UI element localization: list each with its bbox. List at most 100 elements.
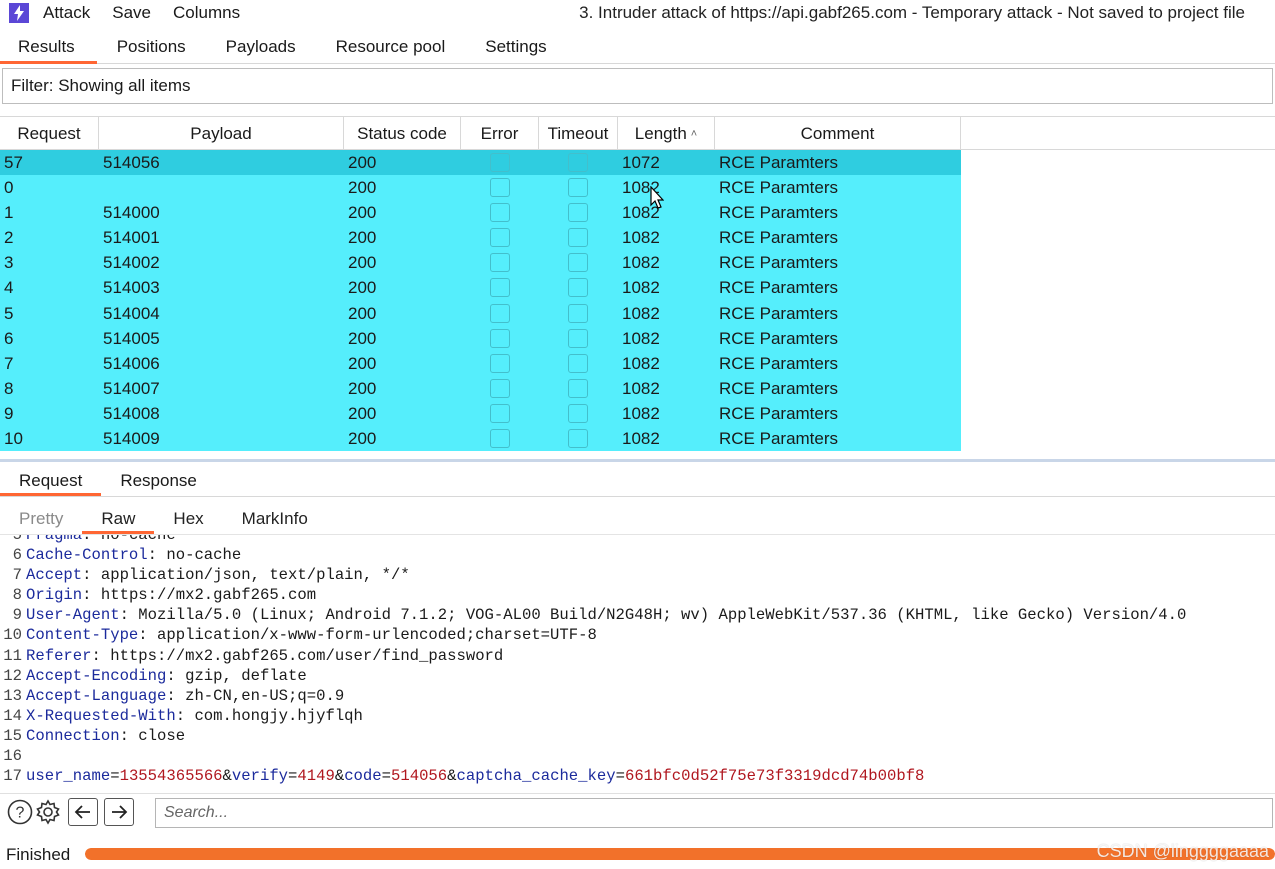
param-equals: =: [288, 767, 298, 786]
cell-status: 200: [348, 403, 377, 423]
cell-status: 200: [348, 253, 377, 273]
menu-attack[interactable]: Attack: [43, 3, 90, 23]
tab-results[interactable]: Results: [0, 30, 97, 64]
header-value: Mozilla/5.0 (Linux; Android 7.1.2; VOG-A…: [138, 606, 1187, 625]
timeout-checkbox-cell: [539, 175, 618, 200]
cell-payload: 514009: [103, 429, 160, 449]
col-timeout-header[interactable]: Timeout: [539, 117, 618, 150]
arrow-right-icon: [112, 804, 128, 819]
cell-status: 200: [348, 378, 377, 398]
raw-line: 16: [0, 746, 1275, 766]
cell-payload: 514006: [103, 353, 160, 373]
cell-length: 1082: [622, 253, 660, 273]
arrow-left-icon: [74, 804, 90, 819]
param-equals: =: [110, 767, 120, 786]
tab-markinfo[interactable]: MarkInfo: [223, 502, 327, 535]
cell-payload: 514004: [103, 303, 160, 323]
tab-settings[interactable]: Settings: [465, 30, 566, 64]
line-number: 6: [12, 546, 22, 565]
timeout-checkbox: [568, 353, 588, 373]
col-comment-header[interactable]: Comment: [715, 117, 961, 150]
gear-icon[interactable]: [34, 798, 62, 826]
raw-request-lines: 5 Pragma: no-cache 6 Cache-Control: no-cach…: [0, 535, 1275, 786]
cell-comment: RCE Paramters: [719, 353, 839, 373]
filter-bar[interactable]: Filter: Showing all items: [2, 68, 1273, 104]
param-equals: =: [381, 767, 391, 786]
timeout-checkbox-cell: [539, 401, 618, 426]
previous-match-button[interactable]: [68, 797, 98, 826]
tab-request[interactable]: Request: [0, 464, 102, 496]
tab-payloads[interactable]: Payloads: [206, 30, 316, 64]
bottom-toolbar: ?: [0, 793, 1275, 829]
raw-line: 5 Pragma: no-cache: [0, 535, 1275, 545]
table-row[interactable]: 9 514008 200 1082 RCE Paramters: [0, 400, 961, 427]
menu-columns[interactable]: Columns: [173, 3, 240, 23]
table-row[interactable]: 8 514007 200 1082 RCE Paramters: [0, 375, 961, 401]
timeout-checkbox-cell: [539, 275, 618, 300]
raw-line: 6 Cache-Control: no-cache: [0, 545, 1275, 565]
menu-save[interactable]: Save: [112, 3, 151, 23]
table-row[interactable]: 4 514003 200 1082 RCE Paramters: [0, 275, 961, 301]
header-value: com.hongjy.hjyflqh: [194, 706, 363, 725]
table-row[interactable]: 1 514000 200 1082 RCE Paramters: [0, 200, 961, 226]
help-icon[interactable]: ?: [6, 798, 34, 826]
cell-payload: 514003: [103, 278, 160, 298]
timeout-checkbox: [568, 303, 588, 323]
tab-hex[interactable]: Hex: [154, 502, 222, 535]
table-row[interactable]: 3 514002 200 1082 RCE Paramters: [0, 250, 961, 276]
raw-line: 7 Accept: application/json, text/plain, *…: [0, 565, 1275, 585]
cell-request: 9: [4, 403, 14, 423]
timeout-checkbox: [568, 178, 588, 198]
header-value: https://mx2.gabf265.com/user/find_passwo…: [110, 646, 504, 665]
table-row[interactable]: 57 514056 200 1072 RCE Paramters: [0, 150, 961, 176]
table-row[interactable]: 0 200 1082 RCE Paramters: [0, 175, 961, 201]
header-value: close: [138, 726, 186, 745]
message-tab-bar: Request Response: [0, 464, 1275, 497]
tab-resource-pool[interactable]: Resource pool: [316, 30, 466, 64]
window-title: 3. Intruder attack of https://api.gabf26…: [579, 3, 1245, 22]
raw-line: 10 Content-Type: application/x-www-form-u…: [0, 625, 1275, 645]
cell-comment: RCE Paramters: [719, 429, 839, 449]
tab-raw[interactable]: Raw: [82, 502, 155, 535]
cell-comment: RCE Paramters: [719, 153, 839, 172]
col-request-header[interactable]: Request: [0, 117, 99, 150]
table-row[interactable]: 10 514009 200 1082 RCE Paramters: [0, 426, 961, 452]
raw-request-editor[interactable]: 5 Pragma: no-cache 6 Cache-Control: no-cach…: [0, 534, 1275, 790]
error-checkbox-cell: [461, 175, 539, 200]
error-checkbox: [489, 403, 510, 423]
col-payload-header[interactable]: Payload: [99, 117, 344, 150]
split-pane-divider[interactable]: [0, 459, 1275, 462]
table-row[interactable]: 7 514006 200 1082 RCE Paramters: [0, 350, 961, 376]
table-row[interactable]: 6 514005 200 1082 RCE Paramters: [0, 325, 961, 351]
timeout-checkbox-cell: [539, 200, 618, 225]
col-error-header[interactable]: Error: [461, 117, 539, 150]
raw-line: 9 User-Agent: Mozilla/5.0 (Linux; Android…: [0, 605, 1275, 625]
search-input[interactable]: [155, 798, 1273, 828]
error-checkbox-cell: [461, 275, 539, 300]
tab-pretty[interactable]: Pretty: [0, 502, 82, 535]
table-row[interactable]: 2 514001 200 1082 RCE Paramters: [0, 225, 961, 251]
next-match-button[interactable]: [104, 797, 134, 826]
header-name: Accept-Language: [26, 686, 167, 705]
cell-length: 1082: [622, 378, 660, 398]
header-value: no-cache: [166, 546, 242, 565]
header-separator: :: [91, 646, 111, 665]
cell-payload: 514056: [103, 153, 160, 172]
cell-length: 1082: [622, 429, 660, 449]
cell-status: 200: [348, 353, 377, 373]
timeout-checkbox-cell: [539, 150, 618, 175]
error-checkbox-cell: [461, 150, 539, 175]
param-equals: =: [615, 767, 625, 786]
error-checkbox-cell: [461, 301, 539, 326]
col-status-code-header[interactable]: Status code: [344, 117, 461, 150]
tab-positions[interactable]: Positions: [97, 30, 206, 64]
tab-response[interactable]: Response: [101, 464, 216, 496]
cell-comment: RCE Paramters: [719, 328, 839, 348]
line-number: 7: [12, 566, 22, 585]
col-length-header[interactable]: Length ˄: [618, 117, 715, 150]
table-row[interactable]: 5 514004 200 1082 RCE Paramters: [0, 300, 961, 326]
header-value: gzip, deflate: [185, 666, 307, 685]
svg-text:?: ?: [16, 804, 25, 821]
timeout-checkbox-cell: [539, 351, 618, 376]
param-separator: &: [334, 767, 345, 786]
